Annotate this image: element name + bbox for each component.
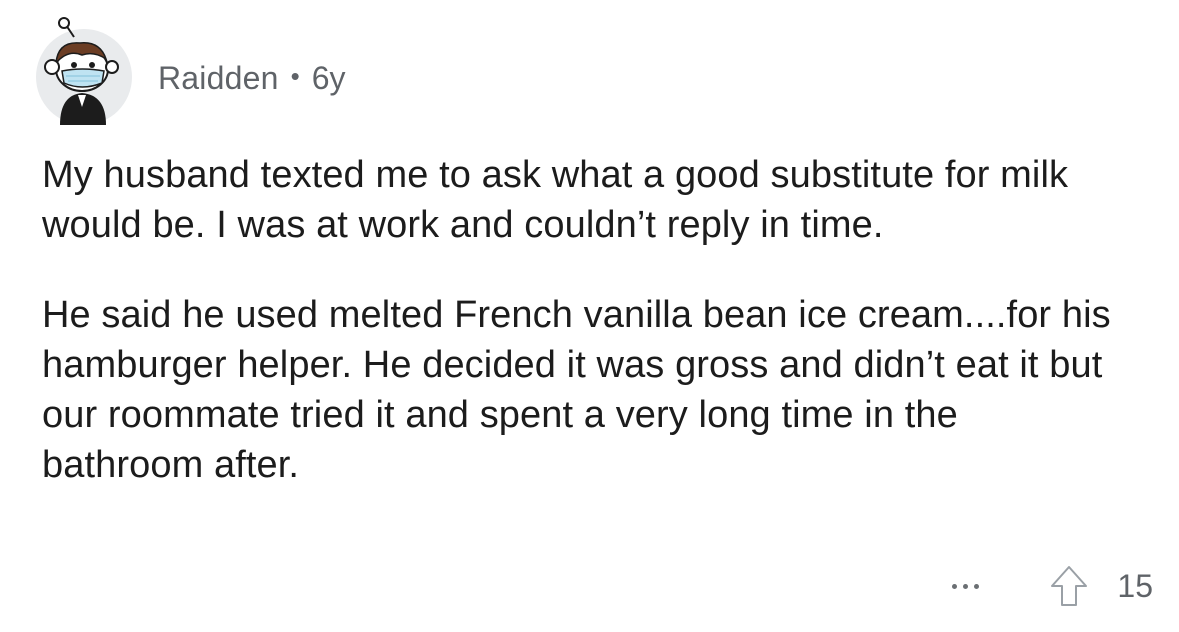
snoo-avatar-icon [36, 17, 132, 125]
comment-paragraph-1: My husband texted me to ask what a good … [42, 154, 1069, 246]
vote-score: 15 [1117, 567, 1153, 604]
more-options-button[interactable] [941, 566, 989, 606]
comment-actions: 15 [941, 558, 1153, 614]
comment-paragraph-2: He said he used melted French vanilla be… [42, 294, 1111, 486]
more-options-dot [962, 583, 968, 589]
comment-card: Raidden • 6y My husband texted me to ask… [0, 0, 1179, 632]
upvote-arrow-icon [1051, 566, 1088, 606]
upvote-button[interactable] [1047, 562, 1091, 610]
comment-meta: Raidden • 6y [158, 60, 346, 97]
comment-header: Raidden • 6y [28, 10, 346, 130]
author-username[interactable]: Raidden [158, 60, 279, 97]
comment-age: 6y [311, 59, 346, 96]
user-avatar[interactable] [28, 15, 132, 125]
comment-body: My husband texted me to ask what a good … [42, 150, 1122, 530]
meta-separator: • [290, 60, 300, 91]
more-options-icon [951, 583, 957, 589]
more-options-dot [973, 583, 979, 589]
